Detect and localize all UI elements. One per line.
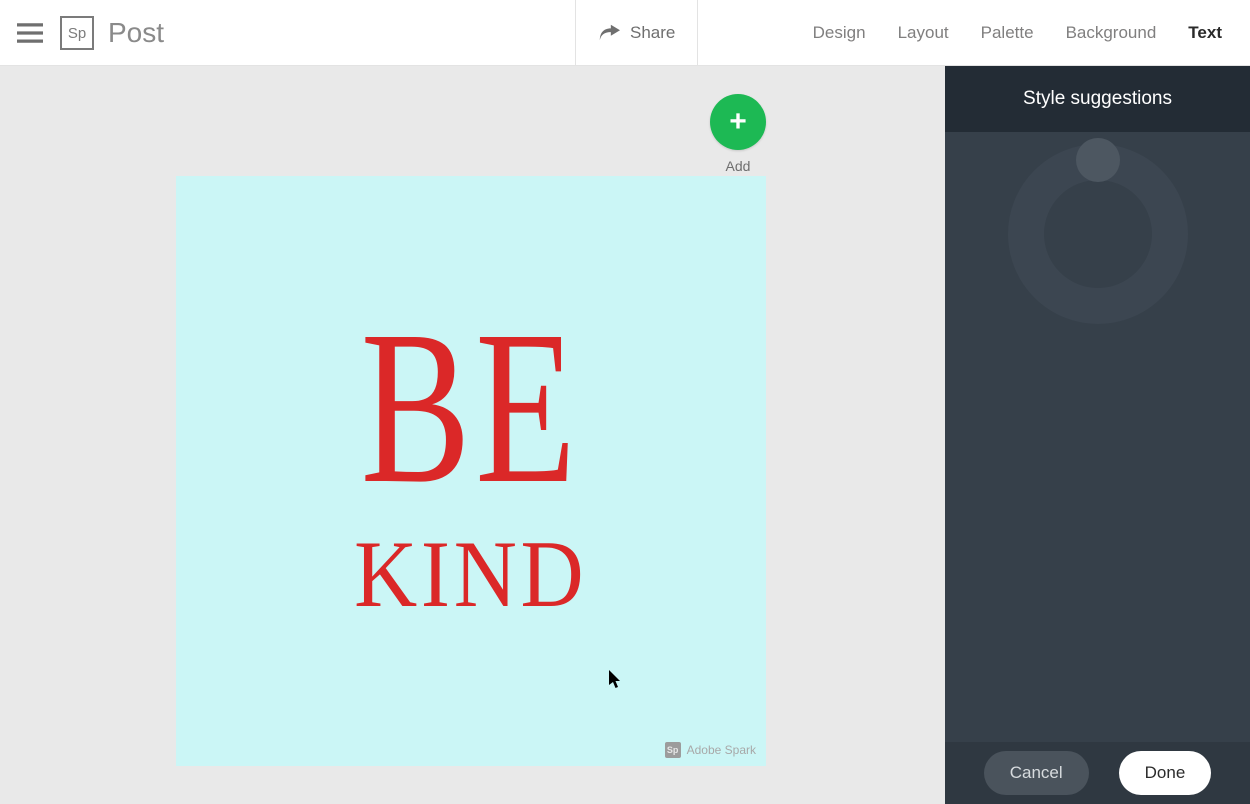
add-label: Add <box>726 158 751 174</box>
app-name: Post <box>108 17 164 49</box>
canvas-area: + Add BE KIND Sp Adobe Spark <box>0 66 945 804</box>
share-icon <box>598 22 620 44</box>
plus-icon: + <box>710 94 766 150</box>
sidebar-title: Style suggestions <box>945 66 1250 132</box>
style-suggestions-panel <box>945 132 1250 742</box>
sidebar-footer: Cancel Done <box>945 742 1250 804</box>
tab-design[interactable]: Design <box>813 23 866 43</box>
header-tabs: Design Layout Palette Background Text <box>813 0 1250 66</box>
watermark-logo-icon: Sp <box>665 742 681 758</box>
menu-button[interactable] <box>0 0 60 66</box>
canvas-text-line2[interactable]: KIND <box>354 519 587 629</box>
watermark-text: Adobe Spark <box>687 743 756 757</box>
share-button[interactable]: Share <box>575 0 698 66</box>
top-header: Sp Post Share Design Layout Palette Back… <box>0 0 1250 66</box>
right-sidebar: Style suggestions Cancel Done <box>945 66 1250 804</box>
tab-palette[interactable]: Palette <box>981 23 1034 43</box>
tab-background[interactable]: Background <box>1066 23 1157 43</box>
design-canvas[interactable]: BE KIND Sp Adobe Spark <box>176 176 766 766</box>
hamburger-icon <box>17 20 43 46</box>
cancel-button[interactable]: Cancel <box>984 751 1089 795</box>
loading-spinner-icon <box>1008 144 1188 324</box>
add-button[interactable]: + Add <box>710 94 766 174</box>
watermark: Sp Adobe Spark <box>665 742 756 758</box>
canvas-text-line1[interactable]: BE <box>361 314 581 501</box>
tab-text[interactable]: Text <box>1188 23 1222 43</box>
share-label: Share <box>630 23 675 43</box>
main-area: + Add BE KIND Sp Adobe Spark Style sugge… <box>0 66 1250 804</box>
app-logo-block: Sp Post <box>60 16 164 50</box>
tab-layout[interactable]: Layout <box>898 23 949 43</box>
sp-logo-icon: Sp <box>60 16 94 50</box>
done-button[interactable]: Done <box>1119 751 1212 795</box>
